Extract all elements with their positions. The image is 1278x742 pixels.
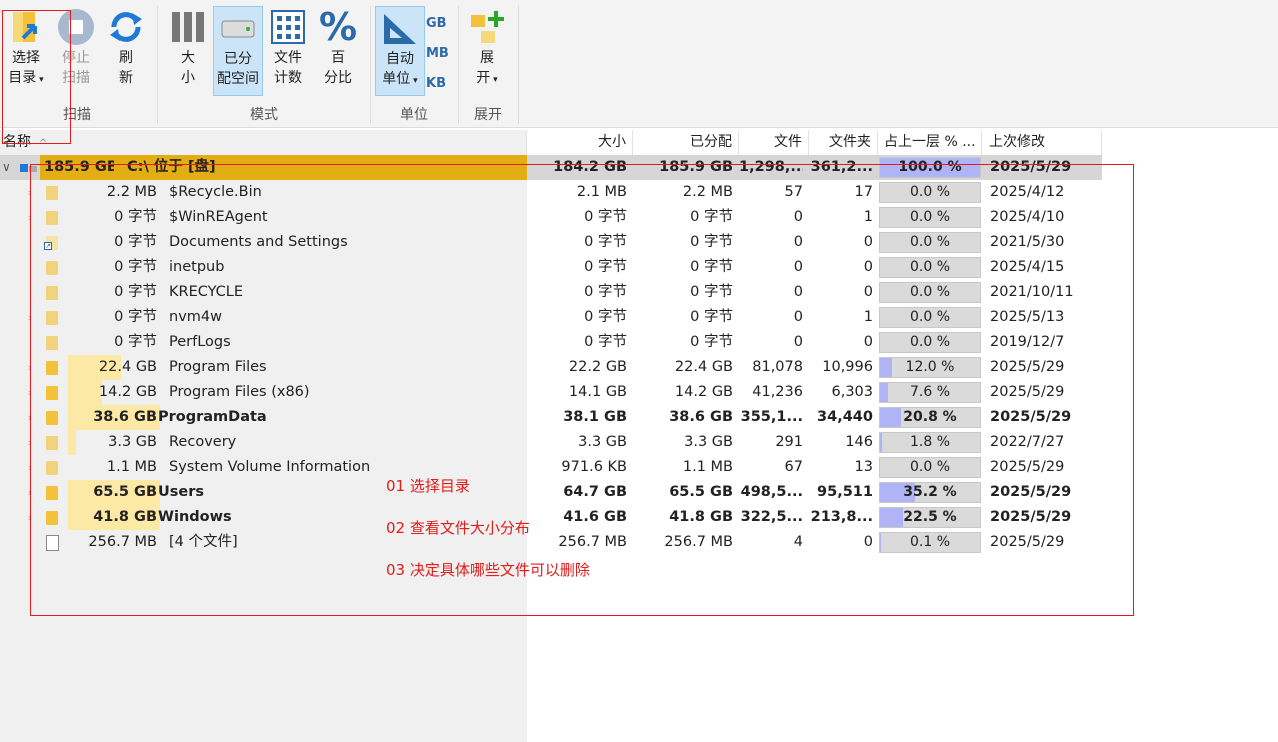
col-header-folders[interactable]: 文件夹: [809, 130, 878, 155]
group-label-unit: 单位: [400, 107, 428, 123]
size-mode-button[interactable]: 大 小: [166, 6, 210, 88]
dropdown-arrow-icon: ▾: [410, 76, 418, 86]
columns-icon: [172, 12, 204, 42]
column-header: 名称 ^ 大小 已分配 文件 文件夹 占上一层 % ... 上次修改: [0, 130, 1102, 155]
auto-unit-button[interactable]: 自动 单位 ▾: [375, 6, 425, 96]
allocated-space-mode-button[interactable]: 已分 配空间: [213, 6, 263, 96]
separator: [157, 6, 158, 124]
ruler-triangle-icon: [384, 14, 416, 44]
expand-chevron-icon[interactable]: ∨: [2, 155, 14, 180]
col-header-size[interactable]: 大小: [527, 130, 633, 155]
annotation-step-2: 02 查看文件大小分布: [386, 519, 530, 537]
annotation-box-select-directory: [2, 10, 71, 144]
unit-kb-button[interactable]: KB: [426, 76, 446, 91]
drive-icon: [221, 20, 255, 38]
annotation-step-1: 01 选择目录: [386, 477, 470, 495]
percent-icon: %: [318, 5, 358, 49]
file-count-mode-button[interactable]: 文件 计数: [266, 6, 310, 88]
separator: [458, 6, 459, 124]
group-label-expand: 展开: [474, 107, 502, 123]
col-header-allocated[interactable]: 已分配: [633, 130, 739, 155]
group-label-mode: 模式: [250, 107, 278, 123]
unit-mb-button[interactable]: MB: [426, 46, 449, 61]
expand-button[interactable]: 展 开 ▾: [465, 6, 509, 90]
separator: [518, 6, 519, 124]
unit-gb-button[interactable]: GB: [426, 16, 447, 31]
col-header-modified[interactable]: 上次修改: [982, 130, 1102, 155]
col-header-percent[interactable]: 占上一层 % ...: [878, 130, 982, 155]
grid-icon: [271, 10, 305, 44]
refresh-button[interactable]: 刷 新: [104, 6, 148, 88]
dropdown-arrow-icon: ▾: [490, 75, 498, 85]
col-header-name[interactable]: 名称 ^: [0, 130, 527, 155]
annotation-box-tree-area: [30, 164, 1134, 616]
annotation-step-3: 03 决定具体哪些文件可以删除: [386, 561, 590, 579]
ribbon-toolbar: 选择 目录 ▾ 停止 扫描 刷 新 扫描 大 小 已分 配空间 文件 计数 % …: [0, 0, 1278, 128]
refresh-icon: [110, 12, 142, 42]
percent-mode-button[interactable]: % 百 分比: [316, 6, 360, 88]
expand-folder-icon: [471, 11, 504, 43]
separator: [370, 6, 371, 124]
col-header-files[interactable]: 文件: [739, 130, 809, 155]
